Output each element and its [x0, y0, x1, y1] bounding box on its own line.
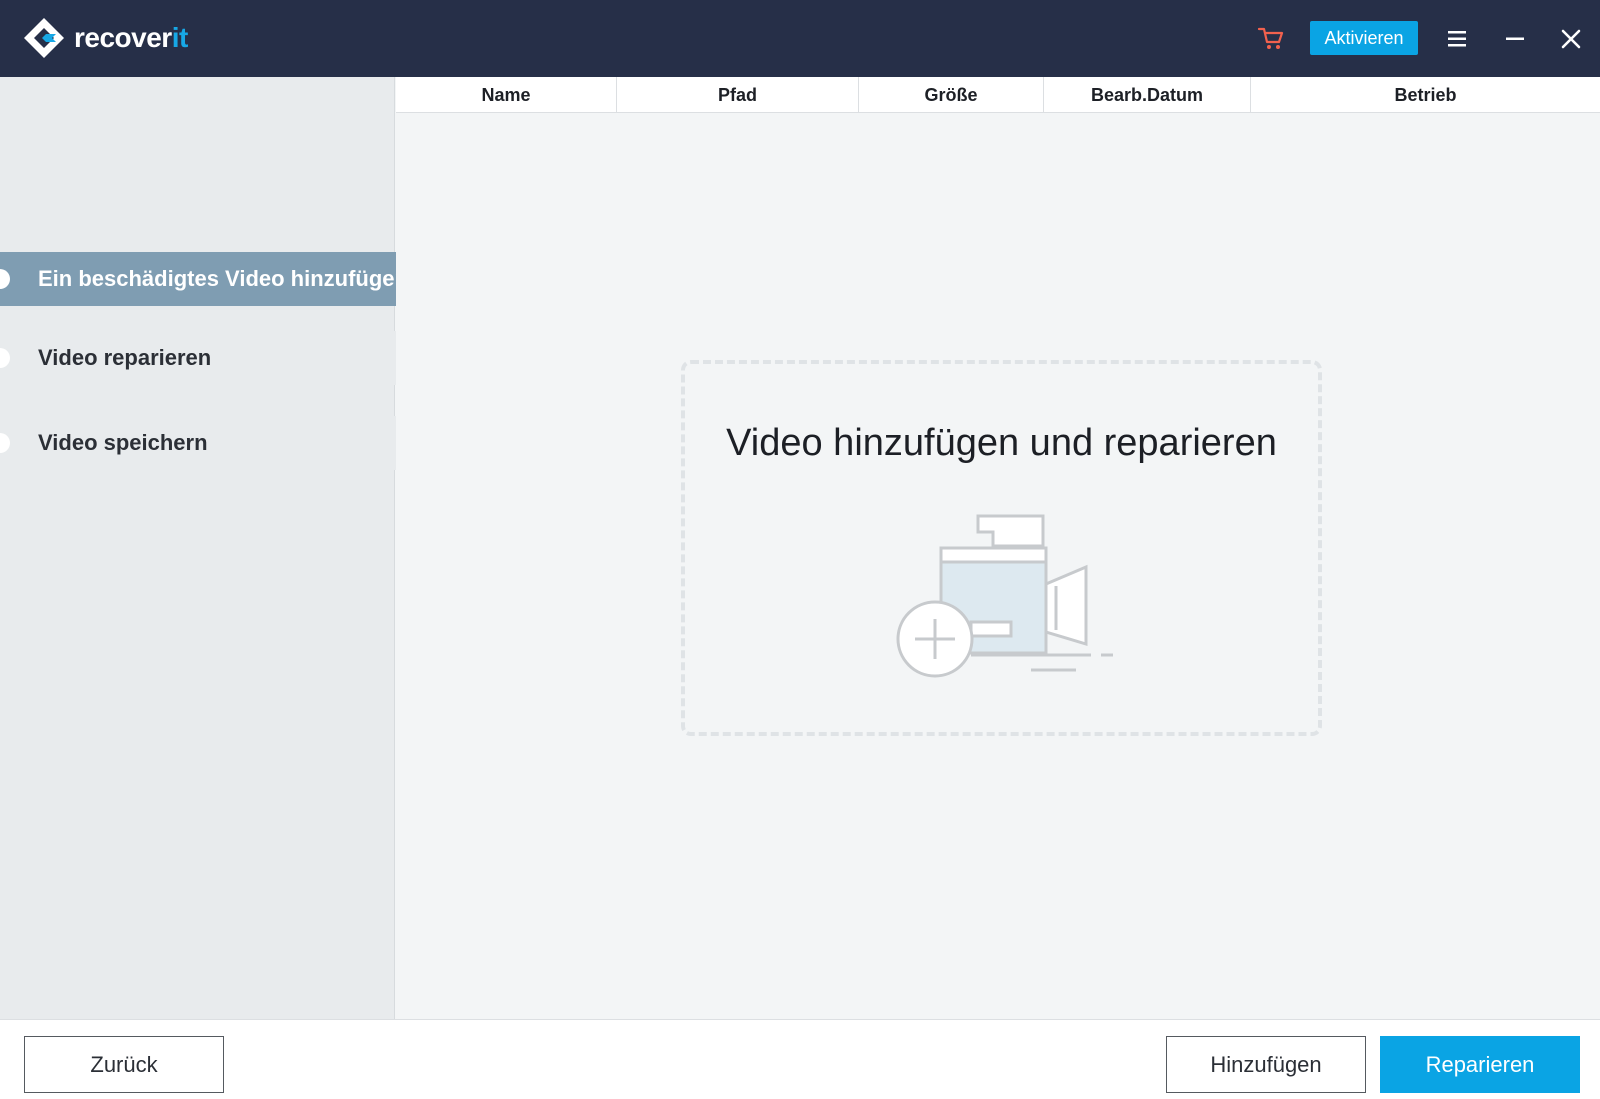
- menu-icon[interactable]: [1442, 24, 1472, 54]
- step-save-video[interactable]: Video speichern: [0, 416, 432, 470]
- add-button[interactable]: Hinzufügen: [1166, 1036, 1366, 1093]
- logo-wordmark: recoverit: [74, 22, 188, 54]
- column-header-name[interactable]: Name: [396, 77, 617, 113]
- activate-button[interactable]: Aktivieren: [1310, 21, 1418, 55]
- main-panel: Name Pfad Größe Bearb.Datum Betrieb Vide…: [396, 77, 1600, 1019]
- file-table-header: Name Pfad Größe Bearb.Datum Betrieb: [396, 77, 1600, 113]
- minimize-icon[interactable]: [1500, 24, 1530, 54]
- step-indicator-dot: [0, 348, 10, 368]
- step-repair-video[interactable]: Video reparieren: [0, 331, 432, 385]
- video-camera-add-icon: [896, 514, 1113, 678]
- recoverit-logo-icon: [24, 18, 64, 58]
- step-add-damaged-video[interactable]: Ein beschädigtes Video hinzufügen: [0, 252, 432, 306]
- logo-text-main: recover: [74, 22, 172, 53]
- close-icon[interactable]: [1556, 24, 1586, 54]
- step-label: Video reparieren: [38, 345, 212, 370]
- dropzone-title: Video hinzufügen und reparieren: [726, 422, 1277, 464]
- step-label: Ein beschädigtes Video hinzufügen: [38, 266, 408, 291]
- step-indicator-dot: [0, 269, 10, 289]
- repair-button[interactable]: Reparieren: [1380, 1036, 1580, 1093]
- steps-sidebar: Ein beschädigtes Video hinzufügen Video …: [0, 77, 432, 1019]
- step-indicator-dot: [0, 433, 10, 453]
- column-header-size[interactable]: Größe: [859, 77, 1044, 113]
- title-bar: recoverit Aktivieren: [0, 0, 1600, 77]
- app-logo: recoverit: [22, 16, 188, 60]
- back-button[interactable]: Zurück: [24, 1036, 224, 1093]
- add-video-dropzone[interactable]: Video hinzufügen und reparieren: [681, 360, 1322, 736]
- step-label: Video speichern: [38, 430, 208, 455]
- column-header-modified-date[interactable]: Bearb.Datum: [1044, 77, 1251, 113]
- cart-icon[interactable]: [1257, 26, 1285, 52]
- footer-bar: Zurück Hinzufügen Reparieren: [0, 1019, 1600, 1099]
- column-header-path[interactable]: Pfad: [617, 77, 859, 113]
- column-header-operation[interactable]: Betrieb: [1251, 77, 1600, 113]
- logo-text-accent: it: [171, 22, 189, 53]
